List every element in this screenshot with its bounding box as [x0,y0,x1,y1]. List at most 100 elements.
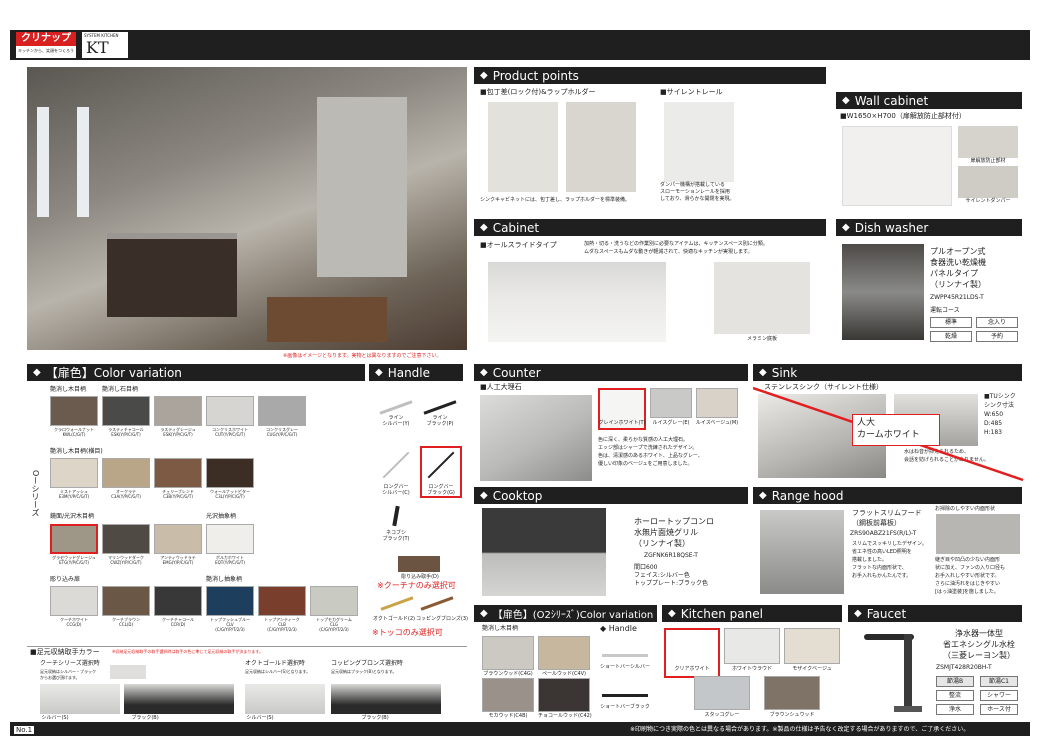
product-points-header: ◆ Product points [474,67,826,84]
o2-swatch-3-label: モカウッド(C4B) [488,713,528,719]
diamond-icon: ◆ [759,367,767,378]
counter-swatch-lewis-gray [650,388,692,418]
faucet-photo [854,626,928,716]
handle-line-black: ライン ブラック(P) [420,400,460,440]
sink-override-line2: カームホワイト [857,430,920,440]
silent-damper-photo [958,166,1018,198]
cabinet-type: ■オールスライドタイプ [480,241,557,249]
handle-longbar-silver-label: ロングバー シルバー(C) [382,484,410,496]
faucet-title: Faucet [866,606,907,621]
counter-header: ◆ Counter [474,364,748,381]
door-color-label: チェリーブレンド C3B(Y/P/C/G/T) [162,489,194,499]
color-row-4: クーチホワイト CCG(D) クーチブラウン CCL(D) クーチチャコール CCR… [50,586,362,642]
hero-window-2 [77,107,89,217]
door-color-swatch: コンクリスグレー CUG(Y/P/C/G/T) [258,396,306,437]
o2-swatch-pale-wood [538,636,590,670]
range-hood-name: フラットスリムフード （鋼板前幕板） [852,509,922,527]
range-hood-care-title: お掃除のしやすい内面形状 [935,506,995,512]
footer-page-number: No.1 [14,726,35,734]
panel-swatch-4-label: スタッコグレー [704,712,740,718]
hero-photo [27,67,467,350]
faucet-feature-laminar: 整流 [936,690,974,701]
melamine-bottom-label: メラミン底板 [746,336,777,342]
door-color-swatch: コンクリスホワイト CUT(Y/P/C/G/T) [206,396,254,437]
o2-swatch-4-label: チョコールウッド(C42) [538,713,592,719]
counter-swatch-3-label: ルイスベージュ(M) [695,420,739,426]
door-color-label: トップモカグリーム CLG (C/G/Y/P/T/2/3) [316,617,352,632]
o2-color-group: 艶消し木目柄 [482,625,519,632]
kick-c2-title: オクトゴールド選択時 [245,660,305,667]
kick-c1-handle-photo [110,665,146,679]
cooktop-header: ◆ Cooktop [474,487,748,504]
door-color-label: オークラテ C3A(Y/P/C/G/T) [111,489,141,499]
door-color-chip [102,586,150,616]
door-color-label: ウォールナットピター C3L(Y/P/C/G/T) [210,489,250,499]
kick-c2-desc: 足元収納はシルバー(S)となります。 [245,669,311,674]
door-color-swatch: クーチブラウン CCL(D) [102,586,150,627]
sink-override-line1: 人大 [857,418,876,428]
o2-color-title: 【扉色】(O2ｼﾘｰｽﾞ)Color variation [492,610,654,621]
faucet-feature-saving-b: 節湯B [936,676,974,687]
o2-handle-silver-label: ショートバーシルバー [600,664,650,670]
door-color-label: トップアンティーク CLB (C/G/Y/P/T/2/3) [264,617,300,632]
door-color-swatch: クーチホワイト CCG(D) [50,586,98,627]
cooktop-description: ホーロートップコンロ 水無片面焼グリル （リンナイ製） [634,517,714,548]
faucet-header: ◆ Faucet [848,605,1022,622]
door-color-chip [154,586,202,616]
faucet-model: ZSMJT428R20BH-T [936,664,992,671]
o2-swatch-brown-wood [482,636,534,670]
handle-header: ◆ Handle [369,364,463,381]
door-color-swatch: グラセウッドグレージュ ETG(Y/P/C/G/T) [50,524,98,565]
footer-note: ※印刷物につき実際の色とは異なる場合があります。※製品の仕様は予告なく改定する場… [630,726,970,733]
range-hood-care-photo [936,514,1020,554]
counter-type: ■人工大理石 [480,383,522,391]
kick-label-4: ブラック(B) [361,715,389,721]
hero-note: ※画像はイメージとなります。実物とは異なりますのでご注意下さい。 [283,353,442,359]
dw-course-standard: 標準 [930,317,972,328]
panel-swatch-1-label: クリアホワイト [674,666,710,672]
panel-swatch-stucco-gray [694,676,750,710]
handle-gold-label: オクトゴールド(2) [373,616,415,622]
range-hood-description: スリムでスッキリしたデザイン。 省エネ性の高いLED照明を 搭載しました。 フラ… [852,541,927,579]
cooktop-model: ZGFNK6R18QSE-T [644,552,698,559]
counter-swatch-1-label: グレインホワイト(T) [598,420,646,426]
diamond-icon: ◆ [480,70,488,81]
dw-course-reserve: 予約 [976,331,1018,342]
faucet-feature-saving-c1: 節湯C1 [980,676,1018,687]
door-color-chip [102,458,150,488]
door-color-label: ボルカホワイト EQT(Y/P/C/G/T) [215,555,245,565]
product-points-item2: ■サイレントレール [660,88,723,96]
group-matte-wood-horizontal: 艶消し木目柄(横目) [50,448,103,455]
kick-photo-black-1 [124,684,234,714]
dw-course-dry: 乾燥 [930,331,972,342]
door-color-swatch: クラロウォールナット KWL(C/G/T) [50,396,98,437]
color-row-1: クラロウォールナット KWL(C/G/T) ラスティチャコール ESK(Y/P/C… [50,396,362,446]
silent-damper-label: サイレントダンパー [965,198,1011,204]
product-points-title: Product points [492,68,579,83]
handle-bronze-label: コッピングブロンズ(3) [416,616,468,622]
color-row-3: グラセウッドグレージュ ETG(Y/P/C/G/T) マリンウッドダーク CWZ(… [50,524,362,574]
diamond-icon: ◆ [842,222,850,233]
dish-washer-model: ZWPP45R21LDS-T [930,294,984,301]
door-stopper-label: 扉解放防止部材 [970,158,1006,164]
door-color-chip [102,396,150,426]
diamond-icon: ◆ [759,490,767,501]
door-stopper-photo [958,126,1018,158]
group-matte-abstract: 艶消し抽象柄 [206,576,243,583]
door-color-swatch: オークラテ C3A(Y/P/C/G/T) [102,458,150,499]
door-color-label: ミストアッシュ E3M(Y/P/C/G/T) [58,489,90,499]
cabinet-header: ◆ Cabinet [474,219,826,236]
kick-photo-silver-2 [245,684,325,714]
faucet-feature-shower: シャワー [980,690,1018,701]
o2-handle-title-wrap: ◆ Handle [600,624,637,634]
range-hood-care-description: 継ぎ目や凹凸の少ない内面形 状に加え、ファンの入り口径も お手入れしやすい形状で… [935,557,1006,595]
diamond-icon: ◆ [480,608,488,619]
dish-washer-course-label: 運転コース [930,307,960,314]
door-color-swatch: ミストアッシュ E3M(Y/P/C/G/T) [50,458,98,499]
door-color-chip [310,586,358,616]
o2-handle-black-label: ショートバーブラック [600,704,650,710]
kick-label-1: シルバー(S) [41,715,69,721]
door-color-swatch: トップモカグリーム CLG (C/G/Y/P/T/2/3) [310,586,358,632]
door-color-label: マリンウッドダーク CWZ(Y/P/C/G/T) [108,555,144,565]
cooktop-photo [482,508,606,596]
